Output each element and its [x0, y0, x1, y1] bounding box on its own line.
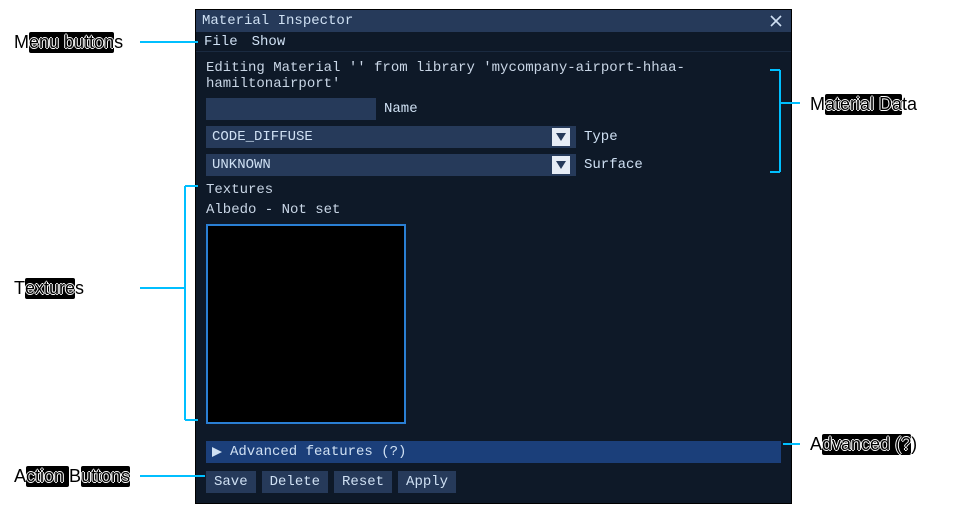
- callout-textures: Textures: [14, 278, 84, 299]
- titlebar: Material Inspector: [196, 10, 791, 32]
- surface-label: Surface: [584, 157, 643, 173]
- editing-material-line: Editing Material '' from library 'mycomp…: [206, 60, 781, 92]
- name-label: Name: [384, 101, 418, 117]
- type-label: Type: [584, 129, 618, 145]
- save-button[interactable]: Save: [206, 471, 256, 493]
- action-button-row: Save Delete Reset Apply: [206, 471, 456, 493]
- name-input[interactable]: [206, 98, 376, 120]
- menu-file[interactable]: File: [204, 34, 238, 50]
- callout-actions: Action Buttons: [14, 466, 130, 487]
- callout-menus: Menu buttons: [14, 32, 123, 53]
- chevron-down-icon: [552, 156, 570, 174]
- albedo-label: Albedo - Not set: [206, 202, 781, 218]
- albedo-texture-slot[interactable]: [206, 224, 406, 424]
- advanced-features-label: Advanced features (?): [230, 444, 406, 460]
- type-dropdown[interactable]: CODE_DIFFUSE: [206, 126, 576, 148]
- surface-dropdown-value: UNKNOWN: [212, 157, 271, 173]
- callout-advanced: Advanced (?): [810, 434, 917, 455]
- window-title: Material Inspector: [202, 13, 767, 29]
- menubar: File Show: [196, 32, 791, 52]
- close-icon[interactable]: [767, 12, 785, 30]
- menu-show[interactable]: Show: [252, 34, 286, 50]
- apply-button[interactable]: Apply: [398, 471, 456, 493]
- callout-material-data: Material Data: [810, 94, 917, 115]
- play-icon: [212, 447, 222, 457]
- reset-button[interactable]: Reset: [334, 471, 392, 493]
- surface-dropdown[interactable]: UNKNOWN: [206, 154, 576, 176]
- type-dropdown-value: CODE_DIFFUSE: [212, 129, 313, 145]
- textures-header: Textures: [206, 182, 781, 198]
- material-inspector-window: Material Inspector File Show Editing Mat…: [195, 9, 792, 504]
- delete-button[interactable]: Delete: [262, 471, 328, 493]
- chevron-down-icon: [552, 128, 570, 146]
- advanced-features-toggle[interactable]: Advanced features (?): [206, 441, 781, 463]
